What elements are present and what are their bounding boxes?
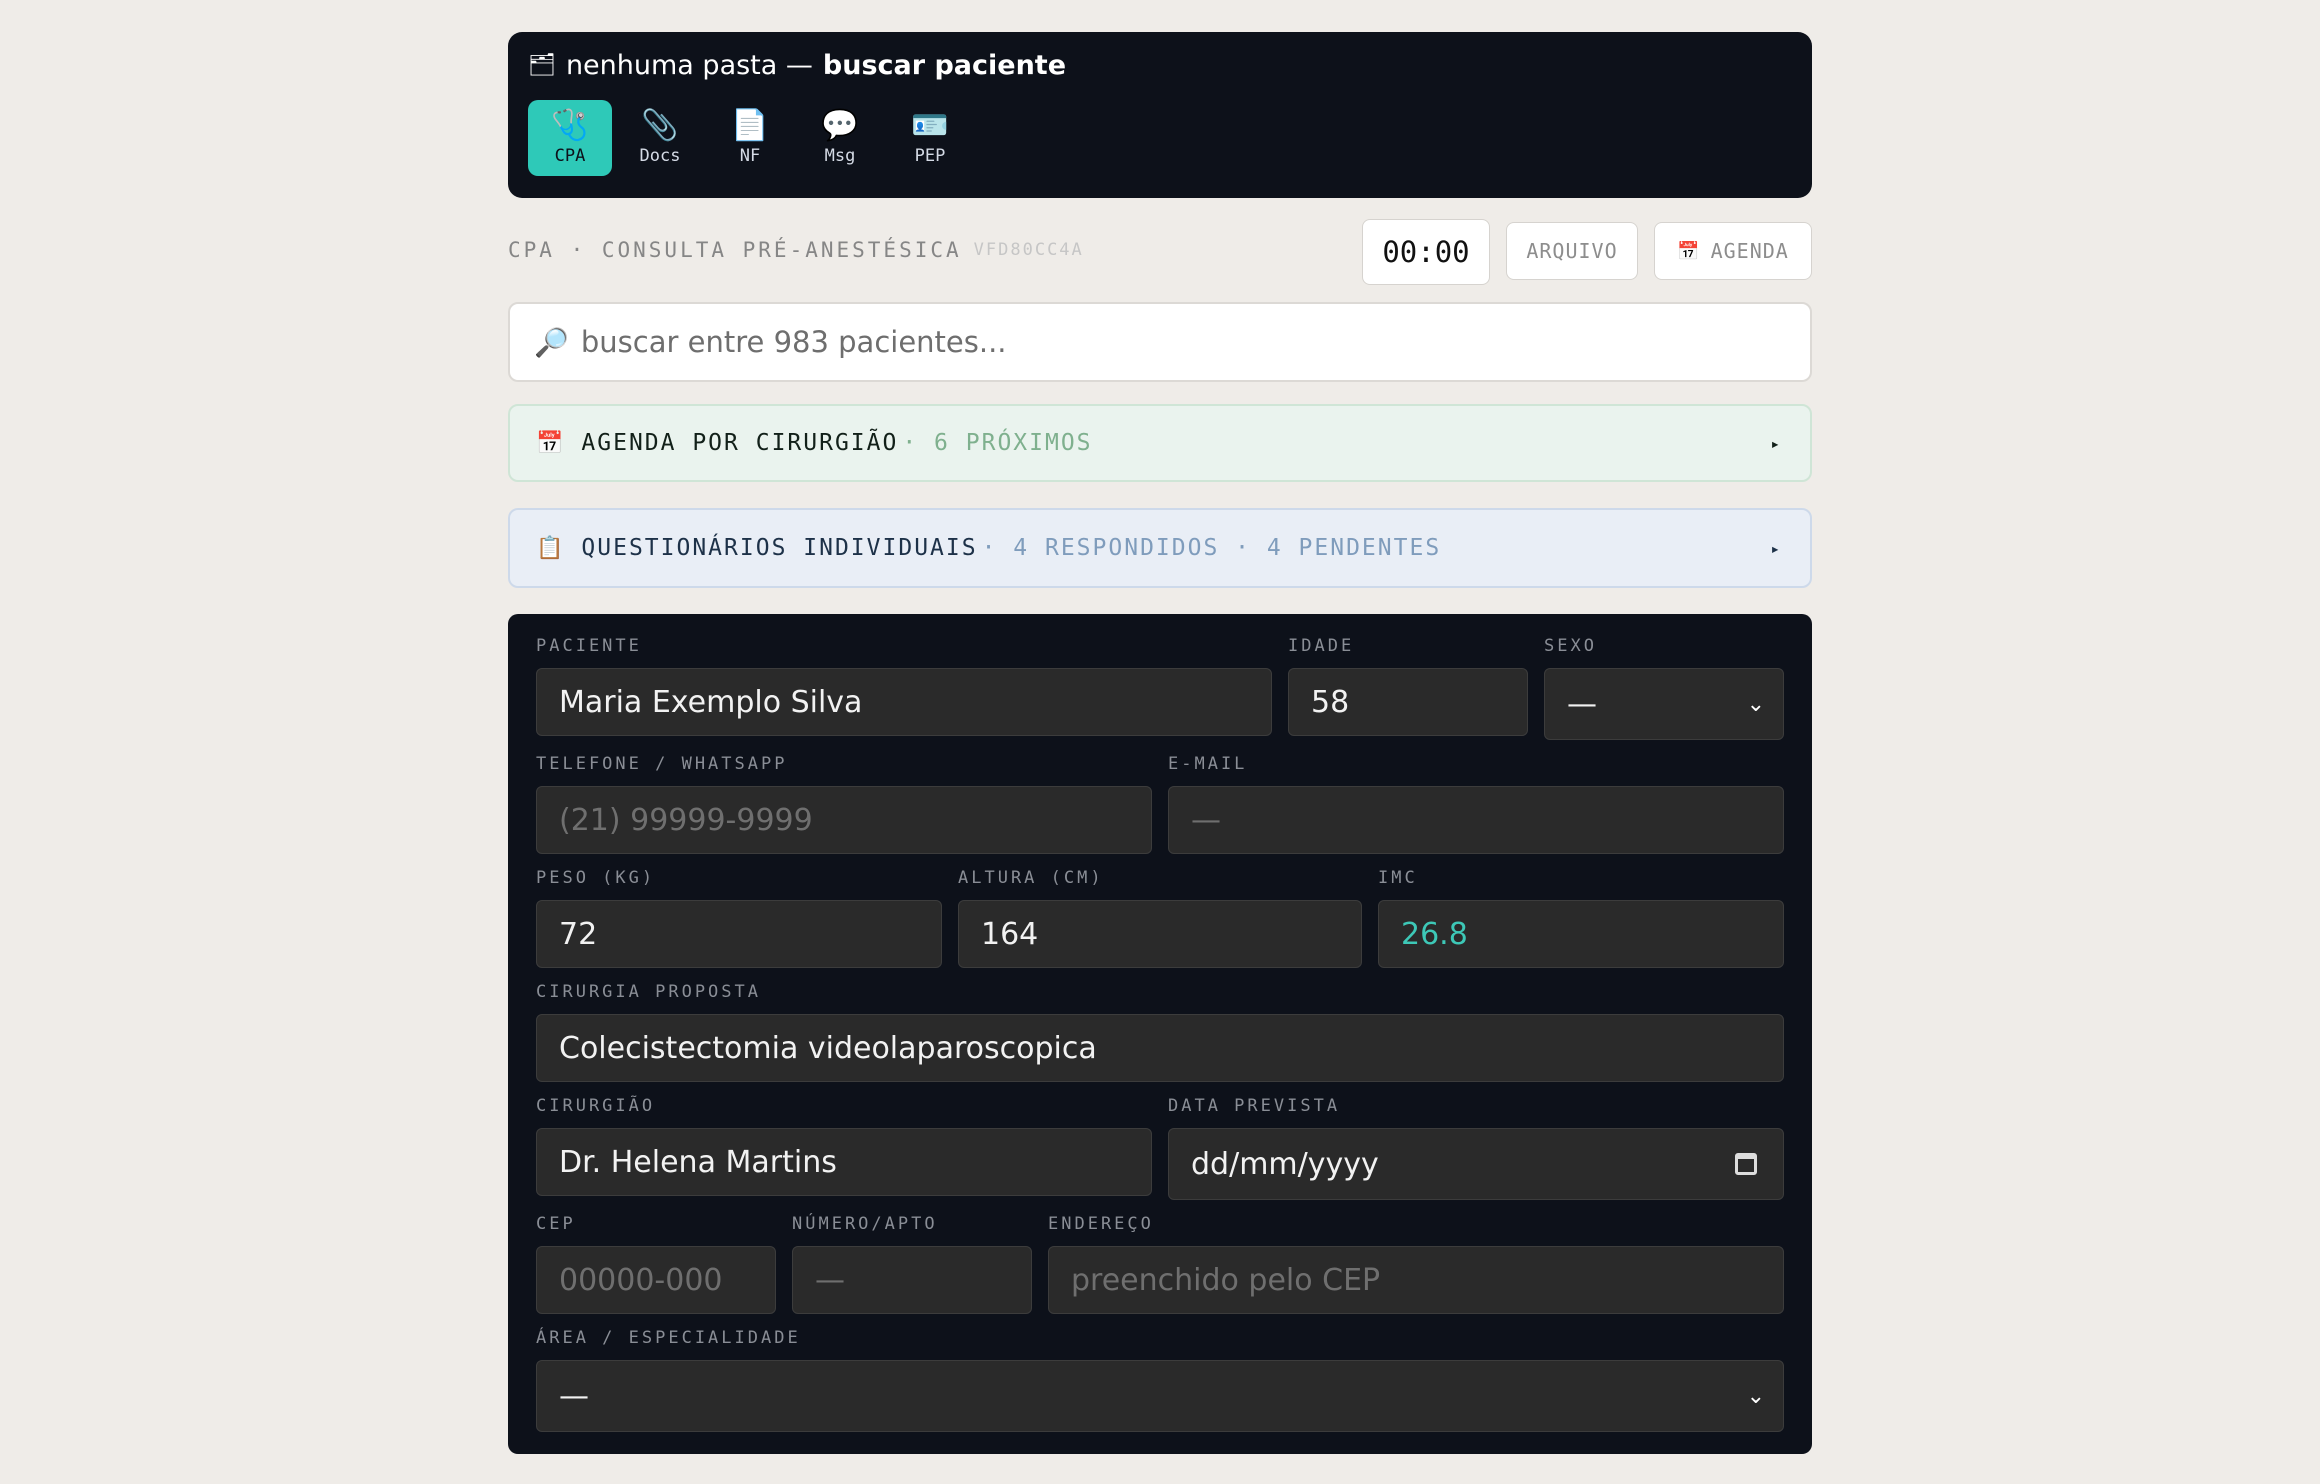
top-bar: 🗂 nenhuma pasta — buscar paciente 🩺 CPA … bbox=[508, 32, 1812, 198]
endereco-label: ENDEREÇO bbox=[1048, 1214, 1154, 1234]
app-container: 🗂 nenhuma pasta — buscar paciente 🩺 CPA … bbox=[508, 32, 1812, 1454]
app-docs-label: Docs bbox=[639, 146, 681, 166]
email-input[interactable]: — bbox=[1168, 786, 1784, 854]
cep-input[interactable]: 00000-000 bbox=[536, 1246, 776, 1314]
agenda-panel-title: AGENDA POR CIRURGIÃO bbox=[581, 430, 899, 456]
patient-form: PACIENTE Maria Exemplo Silva IDADE 58 SE… bbox=[508, 614, 1812, 1454]
agenda-button[interactable]: 📅 AGENDA bbox=[1654, 222, 1812, 280]
data-prevista-input[interactable]: dd/mm/yyyy bbox=[1168, 1128, 1784, 1200]
chevron-down-icon: ⌄ bbox=[1746, 691, 1765, 717]
breadcrumb: 🗂 nenhuma pasta — buscar paciente bbox=[528, 49, 1792, 81]
arquivo-label: ARQUIVO bbox=[1526, 239, 1618, 263]
area-select[interactable]: — ⌄ bbox=[536, 1360, 1784, 1432]
numero-input[interactable]: — bbox=[792, 1246, 1032, 1314]
app-cpa-button[interactable]: 🩺 CPA bbox=[528, 100, 612, 176]
chevron-down-icon: ⌄ bbox=[1746, 1383, 1765, 1409]
paperclip-icon: 📎 bbox=[641, 108, 679, 143]
app-docs-button[interactable]: 📎 Docs bbox=[618, 100, 702, 176]
app-msg-button[interactable]: 💬 Msg bbox=[798, 100, 882, 176]
peso-label: PESO (KG) bbox=[536, 868, 656, 888]
app-cpa-label: CPA bbox=[554, 146, 586, 166]
clipboard-icon: 📋 bbox=[536, 535, 564, 561]
magnifier-icon: 🔎 bbox=[534, 325, 569, 359]
imc-value: 26.8 bbox=[1378, 900, 1784, 968]
calendar-icon[interactable] bbox=[1735, 1153, 1757, 1175]
idade-label: IDADE bbox=[1288, 636, 1355, 656]
sexo-value: — bbox=[1567, 686, 1597, 722]
agenda-panel-count: · 6 PRÓXIMOS bbox=[902, 430, 1093, 456]
arquivo-button[interactable]: ARQUIVO bbox=[1506, 222, 1638, 280]
module-header: CPA · CONSULTA PRÉ-ANESTÉSICA VFD80CC4A … bbox=[508, 198, 1812, 302]
paciente-input[interactable]: Maria Exemplo Silva bbox=[536, 668, 1272, 736]
page-title: buscar paciente bbox=[822, 49, 1067, 81]
calendar-icon: 📅 bbox=[1677, 240, 1701, 262]
expand-arrow-icon: ▸ bbox=[1770, 433, 1780, 453]
cirurgiao-label: CIRURGIÃO bbox=[536, 1096, 656, 1116]
calendar-icon: 📅 bbox=[536, 430, 564, 456]
app-msg-label: Msg bbox=[824, 146, 856, 166]
session-id: VFD80CC4A bbox=[973, 240, 1084, 260]
imc-label: IMC bbox=[1378, 868, 1418, 888]
cirurgiao-input[interactable]: Dr. Helena Martins bbox=[536, 1128, 1152, 1196]
sexo-label: SEXO bbox=[1544, 636, 1597, 656]
area-value: — bbox=[559, 1378, 589, 1414]
idade-input[interactable]: 58 bbox=[1288, 668, 1528, 736]
folder-icon: 🗂 bbox=[528, 52, 556, 78]
app-nf-label: NF bbox=[739, 146, 761, 166]
timer-display: 00:00 bbox=[1362, 219, 1490, 285]
area-label: ÁREA / ESPECIALIDADE bbox=[536, 1328, 801, 1348]
questionnaires-panel-title: QUESTIONÁRIOS INDIVIDUAIS bbox=[581, 535, 978, 561]
telefone-input[interactable]: (21) 99999-9999 bbox=[536, 786, 1152, 854]
stethoscope-icon: 🩺 bbox=[551, 108, 589, 143]
altura-input[interactable]: 164 bbox=[958, 900, 1362, 968]
email-label: E-MAIL bbox=[1168, 754, 1248, 774]
altura-label: ALTURA (CM) bbox=[958, 868, 1104, 888]
patient-search-box: 🔎 bbox=[508, 302, 1812, 382]
module-title: CPA · CONSULTA PRÉ-ANESTÉSICA bbox=[508, 238, 962, 262]
cirurgia-input[interactable]: Colecistectomia videolaparoscopica bbox=[536, 1014, 1784, 1082]
agenda-label: AGENDA bbox=[1710, 239, 1789, 263]
app-pep-label: PEP bbox=[914, 146, 946, 166]
cep-label: CEP bbox=[536, 1214, 576, 1234]
app-pep-button[interactable]: 🪪 PEP bbox=[888, 100, 972, 176]
paciente-label: PACIENTE bbox=[536, 636, 642, 656]
endereco-input[interactable]: preenchido pelo CEP bbox=[1048, 1246, 1784, 1314]
expand-arrow-icon: ▸ bbox=[1770, 538, 1780, 558]
questionnaires-panel-toggle[interactable]: 📋 QUESTIONÁRIOS INDIVIDUAIS · 4 RESPONDI… bbox=[508, 508, 1812, 588]
data-label: DATA PREVISTA bbox=[1168, 1096, 1341, 1116]
cirurgia-label: CIRURGIA PROPOSTA bbox=[536, 982, 761, 1002]
questionnaires-panel-status: · 4 RESPONDIDOS · 4 PENDENTES bbox=[981, 535, 1442, 561]
app-switcher: 🩺 CPA 📎 Docs 📄 NF 💬 Msg 🪪 PEP bbox=[528, 100, 1792, 176]
chat-bubble-icon: 💬 bbox=[821, 108, 859, 143]
numero-label: NÚMERO/APTO bbox=[792, 1214, 938, 1234]
id-card-icon: 🪪 bbox=[911, 108, 949, 143]
folder-status: nenhuma pasta — bbox=[565, 49, 813, 81]
document-icon: 📄 bbox=[731, 108, 769, 143]
patient-search-input[interactable] bbox=[580, 325, 1731, 359]
telefone-label: TELEFONE / WHATSAPP bbox=[536, 754, 788, 774]
agenda-panel-toggle[interactable]: 📅 AGENDA POR CIRURGIÃO · 6 PRÓXIMOS ▸ bbox=[508, 404, 1812, 482]
peso-input[interactable]: 72 bbox=[536, 900, 942, 968]
data-placeholder: dd/mm/yyyy bbox=[1191, 1146, 1379, 1182]
sexo-select[interactable]: — ⌄ bbox=[1544, 668, 1784, 740]
app-nf-button[interactable]: 📄 NF bbox=[708, 100, 792, 176]
